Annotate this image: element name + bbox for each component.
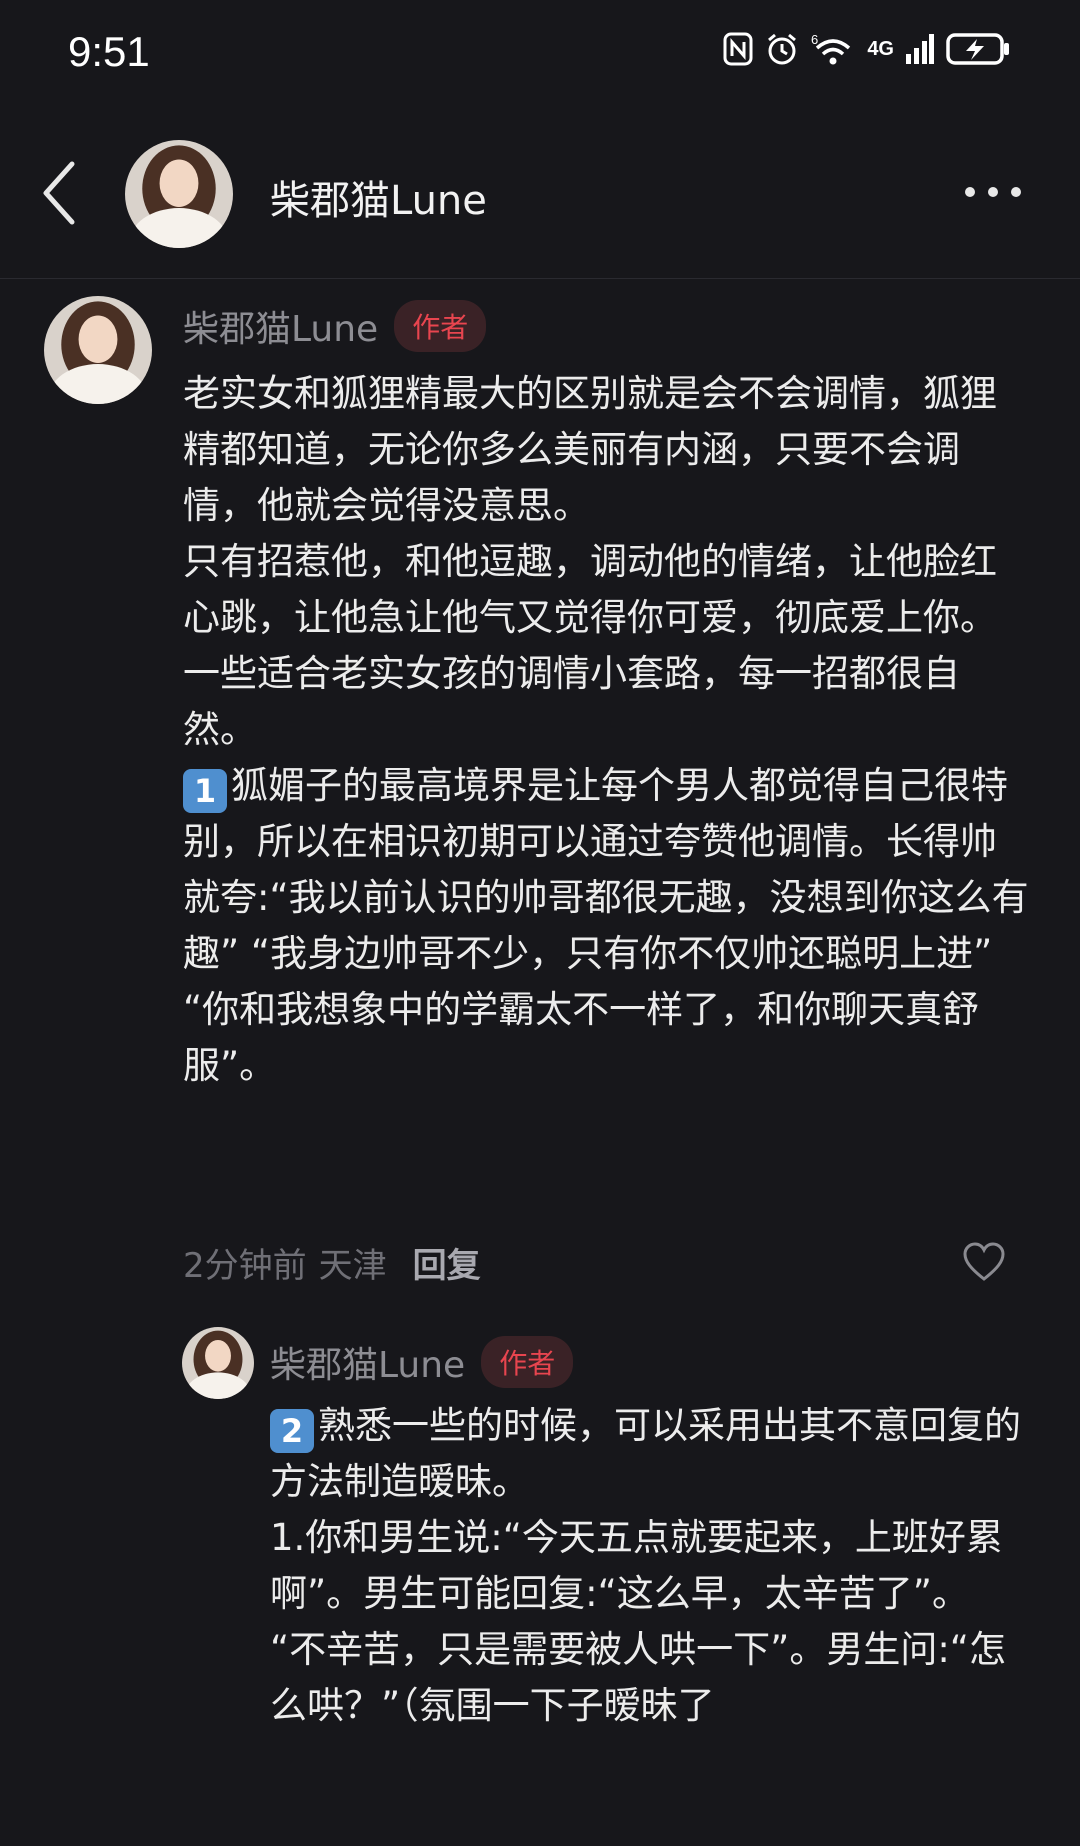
author-badge: 作者 [394,300,487,352]
comment-paragraph-text: 熟悉一些的时候，可以采用出其不意回复的方法制造暧昧。 [270,1404,1021,1503]
comment-paragraph: “不辛苦，只是需要被人哄一下”。男生问:“怎么哄？”（氛围一下子暧昧了 [270,1628,1006,1727]
network-label: 4G [867,37,894,60]
avatar[interactable] [44,296,152,404]
author-badge: 作者 [481,1336,574,1388]
comment-paragraph: 2 熟悉一些的时候，可以采用出其不意回复的方法制造暧昧。 [270,1398,1040,1510]
status-bar: 9:51 6 4G [0,0,1080,110]
reply-button[interactable]: 回复 [413,1238,481,1287]
avatar-image [44,296,152,404]
nfc-icon [723,32,753,66]
status-time: 9:51 [68,28,150,75]
header: 柴郡猫Lune [0,110,1080,279]
comment-time: 2分钟前 [183,1246,307,1286]
avatar-image [182,1327,254,1399]
status-icons: 6 4G [723,32,1010,66]
comment-paragraph: 老实女和狐狸精最大的区别就是会不会调情，狐狸精都知道，无论你多么美丽有内涵，只要… [183,372,997,527]
wifi-icon: 6 [811,32,851,65]
comment-meta: 2分钟前 天津 回复 [183,1238,481,1287]
avatar-image [125,140,233,248]
back-icon[interactable] [40,160,80,226]
avatar[interactable] [182,1327,254,1399]
comment-paragraph: 只有招惹他，和他逗趣，调动他的情绪，让他脸红心跳，让他急让他气又觉得你可爱，彻底… [183,540,997,751]
comment-paragraph: 1.你和男生说:“今天五点就要起来，上班好累啊”。男生可能回复:“这么早，太辛苦… [270,1516,1003,1615]
comment-location: 天津 [318,1246,387,1286]
signal-icon [906,34,934,64]
comment-text: 老实女和狐狸精最大的区别就是会不会调情，狐狸精都知道，无论你多么美丽有内涵，只要… [183,366,1033,1094]
number-badge-icon: 1 [183,769,227,813]
reply-comment: 柴郡猫Lune 作者 2 熟悉一些的时候，可以采用出其不意回复的方法制造暧昧。 1… [0,1320,1080,1846]
like-icon[interactable] [962,1242,1006,1282]
author-name[interactable]: 柴郡猫Lune [183,300,378,352]
page-title: 柴郡猫Lune [270,178,487,224]
number-badge-icon: 2 [270,1409,314,1453]
avatar[interactable] [125,140,233,248]
comment: 柴郡猫Lune 作者 老实女和狐狸精最大的区别就是会不会调情，狐狸精都知道，无论… [0,290,1080,1290]
comment-paragraph-text: 狐媚子的最高境界是让每个男人都觉得自己很特别，所以在相识初期可以通过夸赞他调情。… [183,764,1029,1087]
alarm-icon [768,33,797,65]
svg-text:6: 6 [811,32,818,47]
author-name[interactable]: 柴郡猫Lune [270,1336,465,1388]
more-icon[interactable] [962,182,1024,202]
author-row: 柴郡猫Lune 作者 [183,300,487,352]
author-row: 柴郡猫Lune 作者 [270,1336,574,1388]
comment-paragraph: 1 狐媚子的最高境界是让每个男人都觉得自己很特别，所以在相识初期可以通过夸赞他调情… [183,758,1033,1094]
comment-text: 2 熟悉一些的时候，可以采用出其不意回复的方法制造暧昧。 1.你和男生说:“今天五… [270,1398,1040,1734]
battery-charging-icon [946,33,1009,65]
